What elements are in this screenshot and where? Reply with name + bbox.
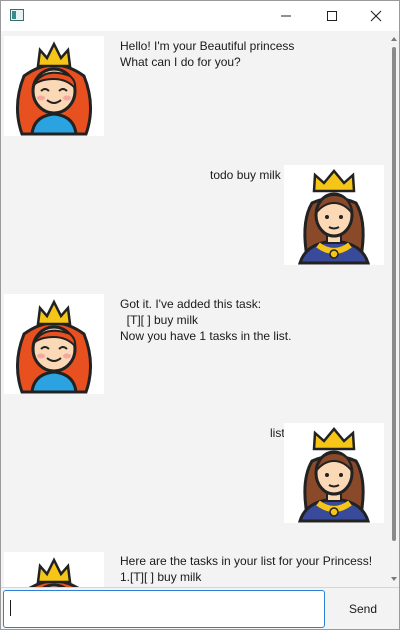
bot-message-text: Hello! I'm your Beautiful princess What … [120,39,295,69]
queen-avatar-icon [284,165,384,265]
princess-avatar-icon [4,294,104,394]
bot-message-text: Got it. I've added this task: [T][ ] buy… [120,297,292,343]
input-bar: Send [1,587,399,629]
princess-avatar-icon [4,552,104,587]
user-message-text: todo buy milk [210,168,281,182]
chat-area[interactable]: Hello! I'm your Beautiful princess What … [1,31,389,587]
send-button[interactable]: Send [329,590,397,628]
message-input[interactable] [3,590,325,628]
close-button[interactable] [353,1,399,31]
app-window: Hello! I'm your Beautiful princess What … [0,0,400,630]
chat-scrollbar[interactable] [389,31,399,587]
user-message-text: list [270,426,285,440]
title-bar [1,1,399,31]
queen-avatar-icon [284,423,384,523]
scroll-down-icon[interactable] [390,575,398,583]
scroll-up-icon[interactable] [390,35,398,43]
close-icon [370,10,382,22]
text-caret [10,600,11,616]
app-icon [10,9,24,21]
maximize-icon [327,11,337,21]
bot-message-text: Here are the tasks in your list for your… [120,554,373,584]
scrollbar-thumb[interactable] [392,47,396,541]
minimize-button[interactable] [263,1,309,31]
minimize-icon [281,15,291,17]
princess-avatar-icon [4,36,104,136]
maximize-button[interactable] [309,1,355,31]
